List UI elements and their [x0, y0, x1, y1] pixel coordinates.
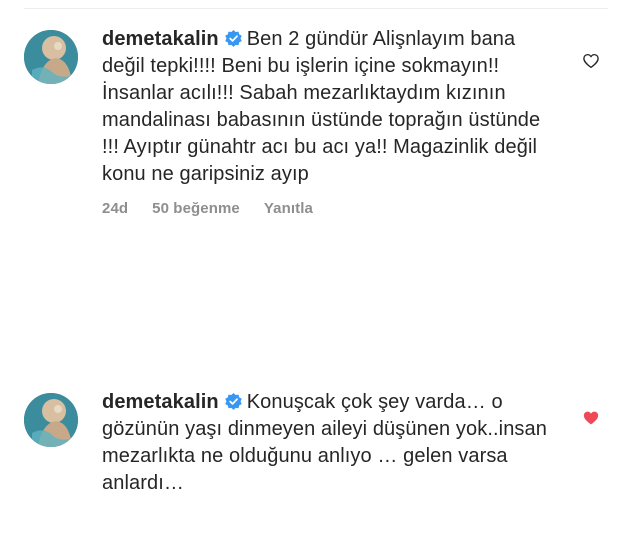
comment-username[interactable]: demetakalin: [102, 28, 219, 50]
divider: [24, 8, 608, 9]
heart-filled-icon[interactable]: [582, 409, 600, 427]
avatar[interactable]: [24, 393, 78, 447]
comment-username[interactable]: demetakalin: [102, 391, 219, 413]
comment-likes[interactable]: 50 beğenme: [152, 200, 240, 217]
avatar[interactable]: [24, 30, 78, 84]
comment-meta: 24d 50 beğenme Yanıtla: [102, 200, 562, 218]
avatar-image: [24, 30, 78, 84]
avatar-image: [24, 393, 78, 447]
verified-badge-icon: [224, 392, 242, 410]
verified-badge-icon: [224, 29, 242, 47]
comment-time[interactable]: 24d: [102, 200, 128, 217]
heart-outline-icon[interactable]: [582, 52, 600, 70]
comment-text: Ben 2 gündür Alişnlayım bana değil tepki…: [102, 28, 541, 185]
reply-button[interactable]: Yanıtla: [264, 200, 313, 217]
